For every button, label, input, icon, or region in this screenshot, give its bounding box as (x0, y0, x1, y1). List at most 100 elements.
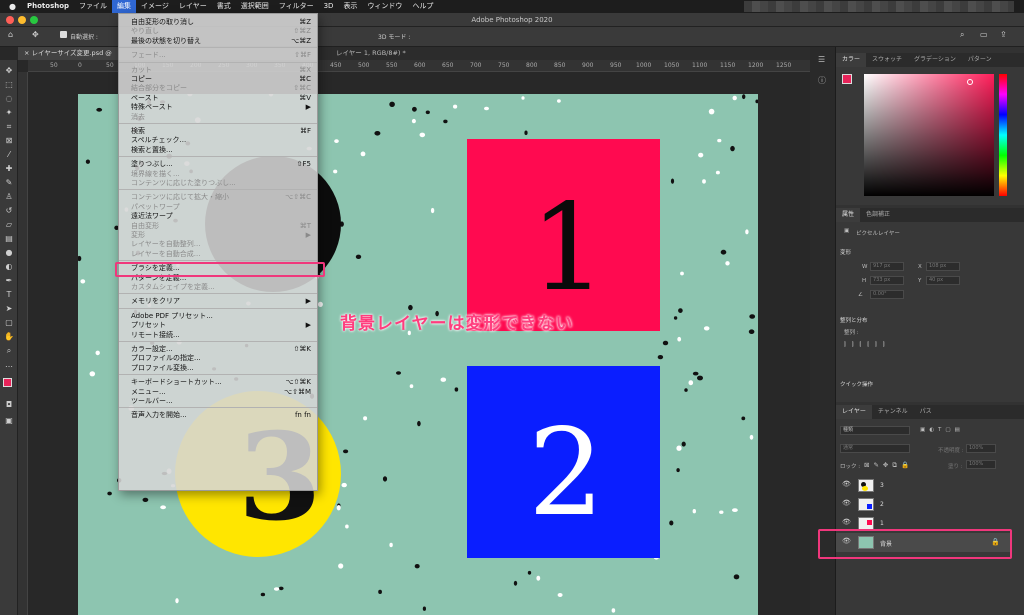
canvas-dot (85, 159, 90, 164)
move-tool-icon[interactable]: ✥ (32, 30, 39, 39)
more-tools-icon[interactable]: … (4, 360, 14, 370)
fg-swatch[interactable] (842, 74, 852, 84)
edit-menu-item[interactable]: 検索と置換... (119, 145, 317, 155)
lock-buttons-icon[interactable]: ⊠✎✥⧉🔒 (864, 461, 913, 470)
color-picker-cursor[interactable] (967, 79, 973, 85)
edit-menu-item[interactable]: 音声入力を開始... fn fn (119, 410, 317, 420)
crop-icon[interactable]: ⌗ (4, 122, 14, 132)
stamp-icon[interactable]: ♙ (4, 192, 14, 202)
align-buttons-icon[interactable]: ⫿⫿⫿⫿⫿⫿ (844, 342, 891, 349)
zoom-window-icon[interactable] (30, 16, 38, 24)
edit-menu-item[interactable]: 最後の状態を切り替え ⌥⌘Z (119, 36, 317, 46)
canvas-dot (677, 336, 682, 342)
canvas-dot (360, 151, 366, 157)
edit-menu-item[interactable]: リモート接続... (119, 330, 317, 340)
lasso-icon[interactable]: ◌ (4, 94, 14, 104)
canvas-dot (411, 118, 416, 124)
layer-row-3[interactable]: 👁 3 (836, 476, 1012, 495)
color-picker-field[interactable] (864, 74, 994, 196)
opacity-field[interactable]: 100% (966, 444, 996, 453)
eraser-icon[interactable]: ▱ (4, 220, 14, 230)
menu-image[interactable]: イメージ (136, 0, 174, 13)
edit-menu-item[interactable]: メモリをクリア ▶ (119, 296, 317, 306)
type-icon[interactable]: T (4, 290, 14, 300)
zoom-icon[interactable]: ⌕ (4, 346, 14, 356)
menu-item-label: 自由変形の取り消し (131, 18, 194, 26)
tab-properties[interactable]: 属性 (836, 208, 861, 222)
menu-type[interactable]: 書式 (212, 0, 236, 13)
layer-filter-icons[interactable]: ▣◐T▢▤ (920, 427, 964, 433)
eye-icon[interactable]: 👁 (842, 518, 851, 526)
ruler-label: 850 (554, 62, 566, 69)
hand-icon[interactable]: ✋ (4, 332, 14, 342)
minimize-window-icon[interactable] (18, 16, 26, 24)
height-field[interactable]: 733 px (870, 276, 904, 285)
history-panel-icon[interactable]: ☰ (818, 55, 825, 64)
tab-channels[interactable]: チャンネル (872, 405, 914, 419)
menu-app[interactable]: Photoshop (22, 0, 74, 13)
pen-icon[interactable]: ✒ (4, 276, 14, 286)
tab-close-icon[interactable]: × (24, 49, 32, 57)
layer-kind-filter[interactable]: 種類 (840, 426, 910, 435)
gradient-icon[interactable]: ▤ (4, 234, 14, 244)
menu-item-label: 特殊ペースト (131, 103, 173, 112)
tab-swatches[interactable]: スウォッチ (866, 53, 908, 67)
canvas-dot (341, 482, 347, 488)
fill-field[interactable]: 100% (966, 460, 996, 469)
foreground-color-swatch[interactable] (3, 378, 12, 387)
menu-view[interactable]: 表示 (338, 0, 362, 13)
eye-icon[interactable]: 👁 (842, 499, 851, 507)
tab-adjustments[interactable]: 色調補正 (860, 208, 896, 222)
width-field[interactable]: 917 px (870, 262, 904, 271)
hue-slider[interactable] (999, 74, 1007, 196)
tab-color[interactable]: カラー (836, 53, 867, 67)
layer-row-2[interactable]: 👁 2 (836, 495, 1012, 514)
menu-select[interactable]: 選択範囲 (236, 0, 274, 13)
menu-layer[interactable]: レイヤー (174, 0, 212, 13)
tab-gradients[interactable]: グラデーション (908, 53, 962, 67)
history-brush-icon[interactable]: ↺ (4, 206, 14, 216)
close-window-icon[interactable] (6, 16, 14, 24)
tab-layers[interactable]: レイヤー (836, 405, 872, 419)
menu-item-label: コピー (131, 75, 152, 83)
menu-file[interactable]: ファイル (74, 0, 112, 13)
blend-mode-select[interactable]: 通常 (840, 444, 910, 453)
tab-paths[interactable]: パス (914, 405, 938, 419)
menu-item-label: フェード... (131, 51, 166, 60)
menu-window[interactable]: ウィンドウ (362, 0, 407, 13)
edit-menu-item[interactable]: プロファイル変換... (119, 363, 317, 373)
edit-menu-item[interactable]: ツールバー... (119, 396, 317, 406)
search-icon[interactable]: ⌕ (960, 30, 964, 40)
eye-icon[interactable]: 👁 (842, 480, 851, 488)
eyedropper-icon[interactable]: ⁄ (4, 150, 14, 160)
menu-filter[interactable]: フィルター (274, 0, 319, 13)
y-field[interactable]: 40 px (926, 276, 960, 285)
healing-icon[interactable]: ✚ (4, 164, 14, 174)
tab-patterns[interactable]: パターン (962, 53, 998, 67)
menu-3d[interactable]: 3D (319, 0, 339, 13)
x-field[interactable]: 108 px (926, 262, 960, 271)
path-select-icon[interactable]: ➤ (4, 304, 14, 314)
auto-select-checkbox[interactable] (60, 31, 67, 38)
home-icon[interactable]: ⌂ (8, 30, 13, 39)
screen-mode-icon[interactable]: ▣ (4, 416, 14, 426)
menu-help[interactable]: ヘルプ (407, 0, 438, 13)
workspace-icon[interactable]: ▭ (980, 30, 988, 39)
share-icon[interactable]: ⇪ (1000, 30, 1007, 39)
info-panel-icon[interactable]: ⓘ (818, 75, 826, 86)
dodge-icon[interactable]: ◐ (4, 262, 14, 272)
blur-icon[interactable]: ● (4, 248, 14, 258)
quick-mask-icon[interactable]: ◘ (4, 400, 14, 410)
move-icon[interactable]: ✥ (4, 66, 14, 76)
brush-icon[interactable]: ✎ (4, 178, 14, 188)
shape-icon[interactable]: ▢ (4, 318, 14, 328)
menu-edit[interactable]: 編集 (112, 0, 137, 13)
frame-icon[interactable]: ⊠ (4, 136, 14, 146)
magic-wand-icon[interactable]: ✦ (4, 108, 14, 118)
angle-field[interactable]: 0.00° (870, 290, 904, 299)
canvas-dot (715, 170, 720, 175)
marquee-icon[interactable]: ⬚ (4, 80, 14, 90)
apple-icon[interactable]: ● (0, 2, 22, 11)
canvas-dot (363, 416, 368, 421)
highlight-background-layer (818, 529, 1012, 559)
